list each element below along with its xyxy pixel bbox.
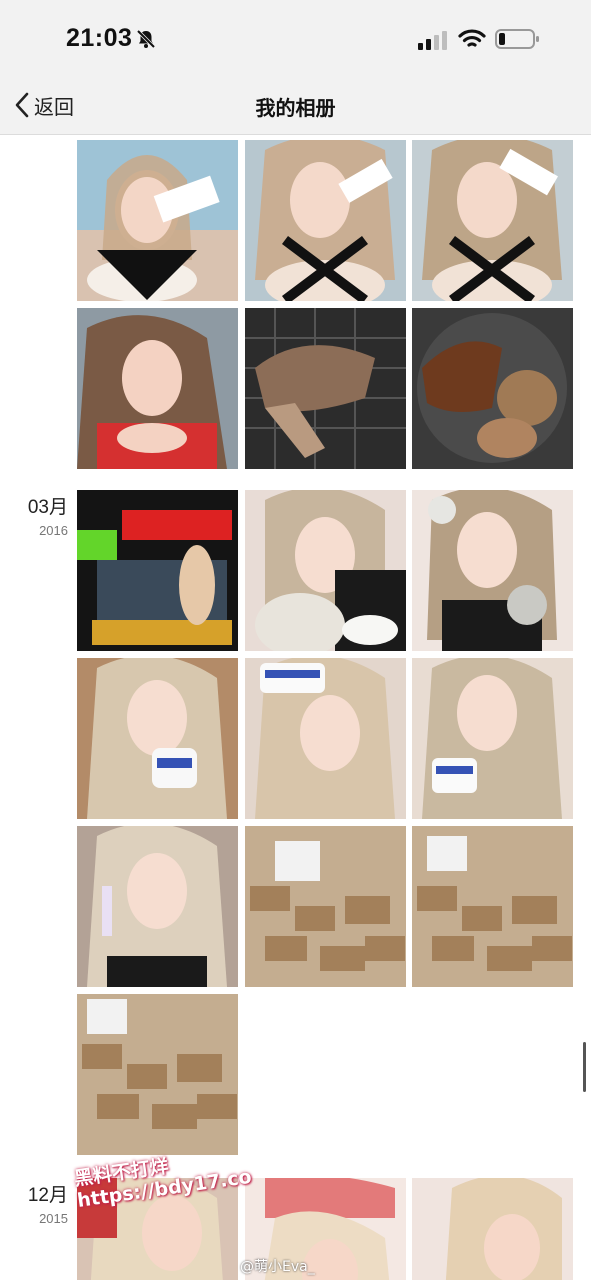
- section-date: 12月 2015: [0, 1180, 68, 1226]
- bell-muted-icon: [136, 29, 156, 49]
- photo-thumbnail[interactable]: [77, 826, 238, 987]
- photo-thumbnail[interactable]: [245, 490, 406, 651]
- section-month: 03月: [27, 497, 68, 518]
- photo-thumbnail[interactable]: [412, 308, 573, 469]
- wifi-icon: [458, 29, 486, 47]
- clock-time: 21:03: [66, 24, 133, 52]
- section-date: 03月 2016: [0, 492, 68, 538]
- page-title: 我的相册: [255, 96, 336, 120]
- photo-thumbnail[interactable]: [77, 994, 238, 1155]
- battery-icon: [495, 29, 539, 49]
- section-month: 12月: [27, 1185, 68, 1206]
- photo-thumbnail[interactable]: [412, 140, 573, 301]
- section-year: 2016: [39, 523, 68, 538]
- photo-thumbnail[interactable]: [412, 826, 573, 987]
- photo-thumbnail[interactable]: [245, 140, 406, 301]
- photo-thumbnail[interactable]: [412, 1178, 573, 1280]
- photo-thumbnail[interactable]: [77, 490, 238, 651]
- photo-thumbnail[interactable]: [245, 826, 406, 987]
- album-grid[interactable]: 03月 2016 12月 2015: [0, 135, 591, 1280]
- photo-thumbnail[interactable]: [412, 658, 573, 819]
- weibo-watermark: @萌小Eva_: [240, 1259, 315, 1275]
- status-bar: 21:03: [0, 0, 591, 78]
- photo-thumbnail[interactable]: [77, 308, 238, 469]
- photo-thumbnail[interactable]: [77, 658, 238, 819]
- photo-thumbnail[interactable]: [77, 140, 238, 301]
- photo-thumbnail[interactable]: [245, 658, 406, 819]
- photo-thumbnail[interactable]: [245, 308, 406, 469]
- section-year: 2015: [39, 1211, 68, 1226]
- photo-thumbnail[interactable]: [412, 490, 573, 651]
- scrollbar[interactable]: [583, 1042, 586, 1092]
- cellular-signal-icon: [418, 31, 447, 50]
- navigation-bar: 返回 我的相册: [0, 78, 591, 135]
